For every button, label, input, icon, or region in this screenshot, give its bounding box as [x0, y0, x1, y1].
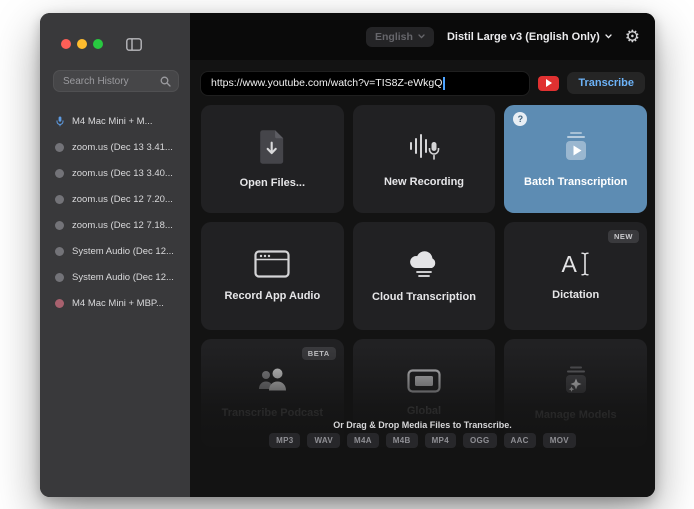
text-caret [443, 77, 445, 90]
language-dropdown[interactable]: English [366, 27, 434, 47]
history-item[interactable]: System Audio (Dec 12... [40, 238, 190, 264]
microphone-icon [55, 117, 64, 126]
sidebar: Search History M4 Mac Mini + M... zoom.u… [40, 13, 190, 497]
history-item-label: zoom.us (Dec 13 3.41... [72, 142, 173, 153]
history-item-label: zoom.us (Dec 12 7.18... [72, 220, 173, 231]
tile-label: Batch Transcription [524, 176, 627, 188]
history-item[interactable]: M4 Mac Mini + M... [40, 108, 190, 134]
batch-transcription-tile[interactable]: ? Batch Transcription [504, 105, 647, 213]
format-badge: MOV [543, 433, 576, 448]
history-item-label: System Audio (Dec 12... [72, 246, 174, 257]
sidebar-toggle-icon [126, 38, 142, 51]
search-placeholder: Search History [63, 76, 160, 87]
chevron-down-icon [418, 34, 425, 39]
tile-label: Transcribe Podcast [222, 407, 324, 419]
history-item[interactable]: zoom.us (Dec 12 7.18... [40, 212, 190, 238]
history-item[interactable]: zoom.us (Dec 13 3.40... [40, 160, 190, 186]
new-badge: NEW [608, 230, 639, 243]
record-app-audio-tile[interactable]: Record App Audio [201, 222, 344, 330]
traffic-lights [61, 39, 103, 49]
format-badge: M4B [386, 433, 418, 448]
history-item[interactable]: zoom.us (Dec 13 3.41... [40, 134, 190, 160]
model-dropdown[interactable]: Distil Large v3 (English Only) [447, 31, 612, 43]
transcribe-button-label: Transcribe [578, 77, 634, 89]
drag-drop-hint: Or Drag & Drop Media Files to Transcribe… [190, 420, 655, 430]
recording-dot-icon [55, 221, 64, 230]
tile-label: New Recording [384, 176, 464, 188]
display-icon [407, 369, 441, 393]
history-item-label: M4 Mac Mini + MBP... [72, 298, 164, 309]
app-window-icon [254, 250, 290, 278]
waveform-mic-icon [405, 130, 443, 164]
new-recording-tile[interactable]: New Recording [353, 105, 496, 213]
beta-badge: BETA [302, 347, 336, 360]
history-item-label: zoom.us (Dec 13 3.40... [72, 168, 173, 179]
url-text: https://www.youtube.com/watch?v=TIS8Z-eW… [211, 77, 442, 89]
search-input[interactable]: Search History [53, 70, 179, 92]
batch-transcription-icon [559, 130, 593, 164]
recording-dot-icon [55, 195, 64, 204]
recording-dot-icon [55, 169, 64, 178]
settings-gear-icon[interactable]: ⚙ [625, 28, 640, 45]
format-badge: WAV [307, 433, 340, 448]
cloud-transcription-tile[interactable]: Cloud Transcription [353, 222, 496, 330]
transcribe-button[interactable]: Transcribe [567, 72, 645, 94]
global-tile[interactable]: Global [353, 339, 496, 447]
youtube-icon [538, 76, 559, 91]
tile-label: Open Files... [240, 177, 305, 189]
tile-label: Record App Audio [224, 290, 320, 302]
sidebar-toggle-button[interactable] [126, 38, 142, 51]
history-item-label: M4 Mac Mini + M... [72, 116, 153, 127]
dictation-icon: A [561, 251, 589, 277]
help-badge[interactable]: ? [513, 112, 527, 126]
format-badge: M4A [347, 433, 379, 448]
format-badge: AAC [504, 433, 536, 448]
main-area: English Distil Large v3 (English Only) ⚙… [190, 13, 655, 497]
model-dropdown-label: Distil Large v3 (English Only) [447, 31, 600, 43]
recording-dot-icon [55, 273, 64, 282]
url-input[interactable]: https://www.youtube.com/watch?v=TIS8Z-eW… [200, 71, 530, 96]
history-item[interactable]: System Audio (Dec 12... [40, 264, 190, 290]
app-window: Search History M4 Mac Mini + M... zoom.u… [40, 13, 655, 497]
manage-models-tile[interactable]: Manage Models [504, 339, 647, 447]
open-files-tile[interactable]: Open Files... [201, 105, 344, 213]
search-icon [160, 76, 171, 87]
history-list: M4 Mac Mini + M... zoom.us (Dec 13 3.41.… [40, 108, 190, 316]
history-item[interactable]: zoom.us (Dec 12 7.20... [40, 186, 190, 212]
chevron-down-icon [605, 34, 612, 39]
tile-label: Global [407, 405, 441, 417]
format-badge: OGG [463, 433, 497, 448]
zoom-window-button[interactable] [93, 39, 103, 49]
history-item-label: zoom.us (Dec 12 7.20... [72, 194, 173, 205]
toolbar: English Distil Large v3 (English Only) ⚙ [190, 13, 655, 60]
recording-dot-icon [55, 143, 64, 152]
tile-label: Cloud Transcription [372, 291, 476, 303]
url-row: https://www.youtube.com/watch?v=TIS8Z-eW… [200, 70, 645, 96]
minimize-window-button[interactable] [77, 39, 87, 49]
language-dropdown-label: English [375, 31, 413, 43]
cloud-icon [406, 249, 442, 279]
titlebar [40, 13, 190, 53]
transcribe-podcast-tile[interactable]: BETA Transcribe Podcast [201, 339, 344, 447]
podcast-people-icon [254, 367, 290, 395]
history-item-label: System Audio (Dec 12... [72, 272, 174, 283]
dictation-tile[interactable]: NEW A Dictation [504, 222, 647, 330]
close-window-button[interactable] [61, 39, 71, 49]
recording-dot-icon [55, 247, 64, 256]
supported-formats: MP3 WAV M4A M4B MP4 OGG AAC MOV [190, 433, 655, 448]
recording-dot-icon [55, 299, 64, 308]
format-badge: MP4 [425, 433, 456, 448]
format-badge: MP3 [269, 433, 300, 448]
models-sparkle-icon [560, 365, 592, 397]
history-item[interactable]: M4 Mac Mini + MBP... [40, 290, 190, 316]
tile-label: Dictation [552, 289, 599, 301]
open-files-icon [257, 129, 287, 165]
